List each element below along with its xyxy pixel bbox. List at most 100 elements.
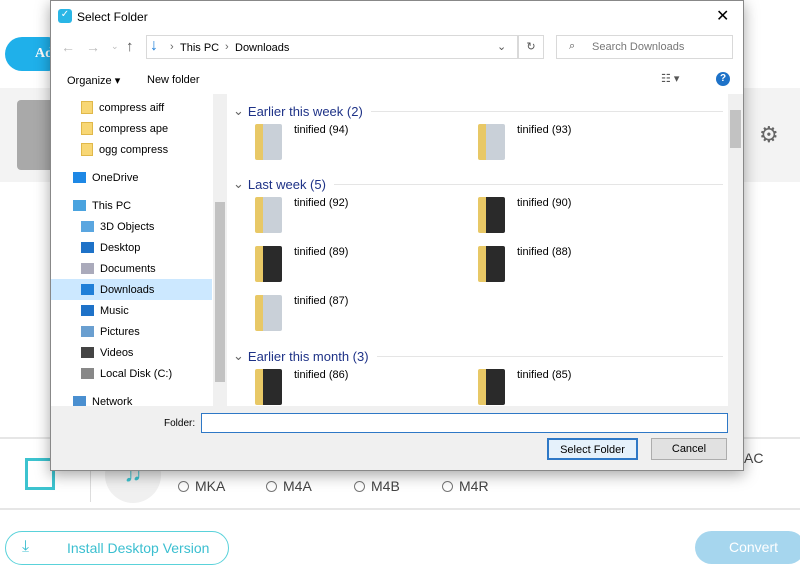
nav-item-compress-aiff[interactable]: compress aiff xyxy=(51,97,212,118)
folder-icon xyxy=(255,246,282,282)
nav-item-3d-objects[interactable]: 3D Objects xyxy=(51,216,212,237)
nav-item-compress-ape[interactable]: compress ape xyxy=(51,118,212,139)
nav-item-label: ogg compress xyxy=(99,143,169,156)
folder-item[interactable]: tinified (92) xyxy=(255,197,465,233)
radio-m4b[interactable]: M4B xyxy=(354,478,400,494)
cube-icon xyxy=(81,221,94,232)
group-header[interactable]: ⌄ Earlier this week (2) xyxy=(233,103,723,119)
chevron-down-icon: ⌄ xyxy=(233,103,244,118)
folder-icon xyxy=(81,101,93,114)
dialog-title: Select Folder xyxy=(77,10,148,24)
computer-icon xyxy=(73,200,86,211)
folder-icon xyxy=(478,124,505,160)
folder-name: tinified (93) xyxy=(517,124,572,136)
nav-item-desktop[interactable]: Desktop xyxy=(51,237,212,258)
folder-icon xyxy=(255,124,282,160)
organize-menu[interactable]: Organize ▾ xyxy=(67,74,120,87)
content-scrollbar[interactable] xyxy=(728,94,743,406)
navigation-pane: compress aiff compress ape ogg compress One… xyxy=(51,94,227,406)
folder-item[interactable]: tinified (89) xyxy=(255,246,465,282)
forward-icon[interactable]: → xyxy=(86,39,100,55)
up-icon[interactable]: ↑ xyxy=(126,38,134,55)
folder-name: tinified (86) xyxy=(294,369,349,381)
nav-item-label: 3D Objects xyxy=(100,220,155,233)
nav-item-pictures[interactable]: Pictures xyxy=(51,321,212,342)
nav-item-label: Documents xyxy=(100,262,156,275)
nav-item-network[interactable]: Network xyxy=(51,391,212,406)
app-icon: ✓ xyxy=(58,9,72,23)
nav-scrollbar[interactable] xyxy=(213,94,227,406)
nav-item-documents[interactable]: Documents xyxy=(51,258,212,279)
chevron-down-icon: ⌄ xyxy=(233,348,244,363)
folder-item[interactable]: tinified (94) xyxy=(255,124,465,160)
radio-mka[interactable]: MKA xyxy=(178,478,225,494)
new-folder-button[interactable]: New folder xyxy=(147,74,200,86)
nav-item-ogg-compress[interactable]: ogg compress xyxy=(51,139,212,160)
convert-button[interactable]: Convert xyxy=(695,531,800,564)
divider xyxy=(370,110,723,112)
radio-label: M4B xyxy=(371,478,400,494)
breadcrumb-this-pc[interactable]: This PC xyxy=(180,42,219,54)
group-label: Earlier this month (3) xyxy=(247,348,369,364)
nav-item-local-disk-c-[interactable]: Local Disk (C:) xyxy=(51,363,212,384)
folder-item[interactable]: tinified (93) xyxy=(478,124,688,160)
nav-item-downloads[interactable]: Downloads xyxy=(51,279,212,300)
cloud-icon xyxy=(73,172,86,183)
folder-icon xyxy=(255,369,282,405)
folder-icon xyxy=(478,197,505,233)
install-desktop-button[interactable]: ⤓ Install Desktop Version xyxy=(5,531,229,565)
download-icon: ↓ xyxy=(150,37,158,54)
search-icon: ⌕ xyxy=(569,40,576,52)
breadcrumb-downloads[interactable]: Downloads xyxy=(235,42,289,54)
back-icon[interactable]: ← xyxy=(61,39,75,55)
nav-item-label: Videos xyxy=(100,346,134,359)
group-header[interactable]: ⌄ Earlier this month (3) xyxy=(233,348,723,364)
folder-item[interactable]: tinified (85) xyxy=(478,369,688,405)
nav-item-label: This PC xyxy=(92,199,132,212)
folder-name: tinified (92) xyxy=(294,197,349,209)
folder-item[interactable]: tinified (87) xyxy=(255,295,465,331)
nav-item-label: Downloads xyxy=(100,283,155,296)
nav-item-onedrive[interactable]: OneDrive xyxy=(51,167,212,188)
search-input[interactable]: ⌕ Search Downloads xyxy=(556,35,733,59)
view-options-icon[interactable]: ☷ ▾ xyxy=(661,72,679,85)
desktop-icon xyxy=(81,242,94,253)
radio-label: MKA xyxy=(195,478,226,494)
folder-icon xyxy=(81,143,93,156)
file-list: ⌄ Earlier this week (2) tinified (94) tinif… xyxy=(228,94,743,406)
nav-item-label: compress aiff xyxy=(99,101,165,114)
folder-name: tinified (94) xyxy=(294,124,349,136)
chevron-down-icon[interactable]: ⌄ xyxy=(497,40,506,53)
folder-item[interactable]: tinified (88) xyxy=(478,246,688,282)
download-icon: ⤓ xyxy=(22,538,30,555)
disk-icon xyxy=(81,368,94,379)
nav-item-this-pc[interactable]: This PC xyxy=(51,195,212,216)
group-header[interactable]: ⌄ Last week (5) xyxy=(233,176,723,192)
document-icon xyxy=(81,263,94,274)
folder-icon xyxy=(255,197,282,233)
nav-item-music[interactable]: Music xyxy=(51,300,212,321)
close-icon[interactable]: ✕ xyxy=(716,6,729,26)
folder-name: tinified (87) xyxy=(294,295,349,307)
recent-chevron-icon[interactable]: ⌄ xyxy=(111,41,119,52)
address-bar[interactable]: ↓ › This PC › Downloads ⌄ xyxy=(146,35,518,59)
folder-item[interactable]: tinified (90) xyxy=(478,197,688,233)
radio-m4r[interactable]: M4R xyxy=(442,478,489,494)
gear-icon[interactable]: ⚙ xyxy=(759,122,779,148)
cancel-button[interactable]: Cancel xyxy=(651,438,727,460)
divider xyxy=(0,508,800,510)
nav-item-videos[interactable]: Videos xyxy=(51,342,212,363)
music-icon xyxy=(81,305,94,316)
title-bar: ✓ Select Folder ✕ xyxy=(51,1,743,31)
chevron-down-icon: ⌄ xyxy=(233,176,244,191)
nav-item-label: OneDrive xyxy=(92,171,139,184)
folder-item[interactable]: tinified (86) xyxy=(255,369,465,405)
folder-icon xyxy=(478,369,505,405)
radio-m4a[interactable]: M4A xyxy=(266,478,312,494)
group-label: Last week (5) xyxy=(247,176,326,192)
folder-icon xyxy=(255,295,282,331)
folder-input[interactable] xyxy=(201,413,728,433)
help-icon[interactable]: ? xyxy=(716,72,730,86)
refresh-icon[interactable]: ↻ xyxy=(518,35,544,59)
select-folder-button[interactable]: Select Folder xyxy=(547,438,638,460)
